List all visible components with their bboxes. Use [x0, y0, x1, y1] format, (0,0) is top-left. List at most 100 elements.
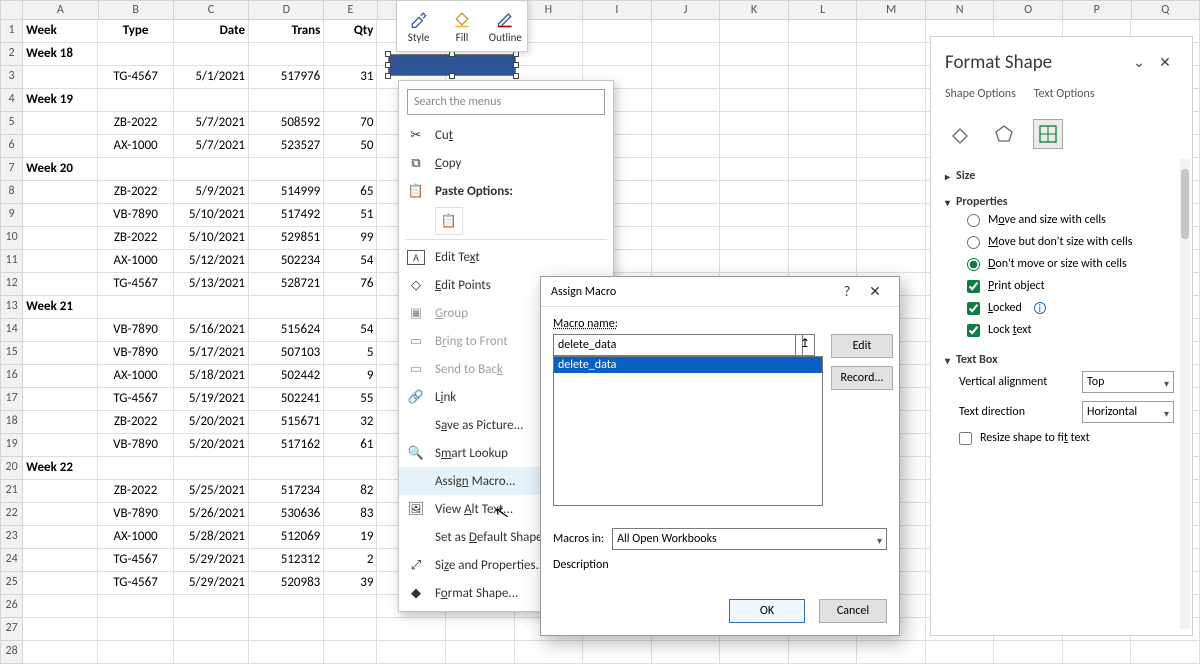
cell[interactable]: 5/7/2021 — [174, 112, 249, 135]
row-header[interactable]: 14 — [0, 319, 23, 342]
macro-list-item[interactable]: delete_data — [554, 357, 822, 373]
cell[interactable]: 5/25/2021 — [174, 480, 249, 503]
cell[interactable]: AX-1000 — [98, 135, 173, 158]
cell[interactable] — [720, 135, 789, 158]
row-header[interactable]: 23 — [0, 526, 23, 549]
effects-tab[interactable] — [989, 119, 1019, 149]
cell[interactable] — [789, 43, 858, 66]
cell[interactable] — [720, 112, 789, 135]
cell[interactable] — [789, 66, 858, 89]
column-header[interactable]: O — [994, 0, 1063, 20]
row-header[interactable]: 7 — [0, 158, 23, 181]
row-header[interactable]: 17 — [0, 388, 23, 411]
resize-handle[interactable] — [513, 73, 519, 79]
cell[interactable] — [174, 618, 249, 641]
cell[interactable] — [174, 595, 249, 618]
cell[interactable] — [23, 319, 98, 342]
cell[interactable]: AX-1000 — [98, 526, 173, 549]
cell[interactable] — [720, 227, 789, 250]
cell[interactable] — [23, 181, 98, 204]
cell[interactable] — [720, 43, 789, 66]
cell[interactable] — [1131, 641, 1200, 664]
cell[interactable] — [857, 66, 926, 89]
cell[interactable] — [23, 572, 98, 595]
cell[interactable] — [23, 66, 98, 89]
cell[interactable] — [249, 43, 324, 66]
menu-edit-text[interactable]: A Edit Text — [399, 243, 613, 271]
cell[interactable]: 517976 — [249, 66, 324, 89]
row-header[interactable]: 22 — [0, 503, 23, 526]
cell[interactable]: 2 — [324, 549, 377, 572]
cell[interactable] — [652, 66, 721, 89]
row-header[interactable]: 13 — [0, 296, 23, 319]
cell[interactable]: 530636 — [249, 503, 324, 526]
cell[interactable]: 5/26/2021 — [174, 503, 249, 526]
cell[interactable] — [789, 158, 858, 181]
cell[interactable] — [720, 66, 789, 89]
cell[interactable] — [857, 89, 926, 112]
cell[interactable] — [789, 227, 858, 250]
row-header[interactable]: 4 — [0, 89, 23, 112]
cell[interactable]: 5/19/2021 — [174, 388, 249, 411]
cell[interactable]: 5/20/2021 — [174, 411, 249, 434]
pane-scrollbar[interactable] — [1180, 159, 1190, 629]
cell[interactable] — [23, 503, 98, 526]
cell[interactable] — [720, 641, 789, 664]
cell[interactable] — [174, 641, 249, 664]
cell[interactable]: Type — [98, 20, 173, 43]
cell[interactable]: VB-7890 — [98, 503, 173, 526]
column-header[interactable]: N — [926, 0, 995, 20]
scrollbar-thumb[interactable] — [1181, 169, 1189, 239]
cell[interactable]: 5/1/2021 — [174, 66, 249, 89]
cell[interactable]: 5/13/2021 — [174, 273, 249, 296]
pane-close-button[interactable]: ✕ — [1152, 54, 1178, 71]
cell[interactable] — [789, 20, 858, 43]
menu-copy[interactable]: ⧉ Copy — [399, 149, 613, 177]
cell[interactable] — [23, 204, 98, 227]
dialog-close-button[interactable]: ✕ — [861, 283, 889, 300]
cell[interactable] — [324, 595, 377, 618]
cell[interactable] — [23, 618, 98, 641]
cell[interactable]: ZB-2022 — [98, 411, 173, 434]
cell[interactable] — [652, 227, 721, 250]
cell[interactable]: 523527 — [249, 135, 324, 158]
cell[interactable] — [23, 112, 98, 135]
shape-outline-button[interactable]: Outline — [484, 1, 527, 51]
dialog-help-button[interactable]: ? — [833, 283, 861, 300]
cell[interactable] — [23, 434, 98, 457]
cell[interactable]: 82 — [324, 480, 377, 503]
cell[interactable] — [23, 273, 98, 296]
row-header[interactable]: 18 — [0, 411, 23, 434]
cell[interactable] — [174, 296, 249, 319]
cell[interactable]: 5/16/2021 — [174, 319, 249, 342]
cell[interactable] — [857, 641, 926, 664]
cell[interactable]: 19 — [324, 526, 377, 549]
record-button[interactable]: Record... — [831, 366, 893, 390]
lock-text-checkbox[interactable]: Lock text — [945, 319, 1178, 341]
cell[interactable] — [789, 250, 858, 273]
cell[interactable] — [857, 181, 926, 204]
cell[interactable] — [98, 89, 173, 112]
row-header[interactable]: 16 — [0, 365, 23, 388]
cell[interactable] — [652, 158, 721, 181]
row-header[interactable]: 28 — [0, 641, 23, 664]
cell[interactable] — [249, 457, 324, 480]
resize-fit-checkbox[interactable]: Resize shape to fit text — [945, 427, 1178, 449]
column-header[interactable]: I — [583, 0, 652, 20]
column-header[interactable]: K — [720, 0, 789, 20]
cell[interactable]: 515671 — [249, 411, 324, 434]
cell[interactable]: TG-4567 — [98, 66, 173, 89]
cell[interactable]: 5/17/2021 — [174, 342, 249, 365]
resize-handle[interactable] — [513, 62, 519, 68]
cancel-button[interactable]: Cancel — [819, 599, 887, 623]
cell[interactable]: 512312 — [249, 549, 324, 572]
size-section-header[interactable]: ▸Size — [945, 169, 1178, 183]
cell[interactable] — [515, 641, 584, 664]
cell[interactable]: 508592 — [249, 112, 324, 135]
cell[interactable]: 5/29/2021 — [174, 549, 249, 572]
textbox-section-header[interactable]: ▾Text Box — [945, 353, 1178, 367]
row-header[interactable]: 1 — [0, 20, 23, 43]
cell[interactable]: 5/10/2021 — [174, 227, 249, 250]
column-header[interactable]: E — [324, 0, 377, 20]
locked-checkbox[interactable]: Lockedi — [945, 297, 1178, 319]
